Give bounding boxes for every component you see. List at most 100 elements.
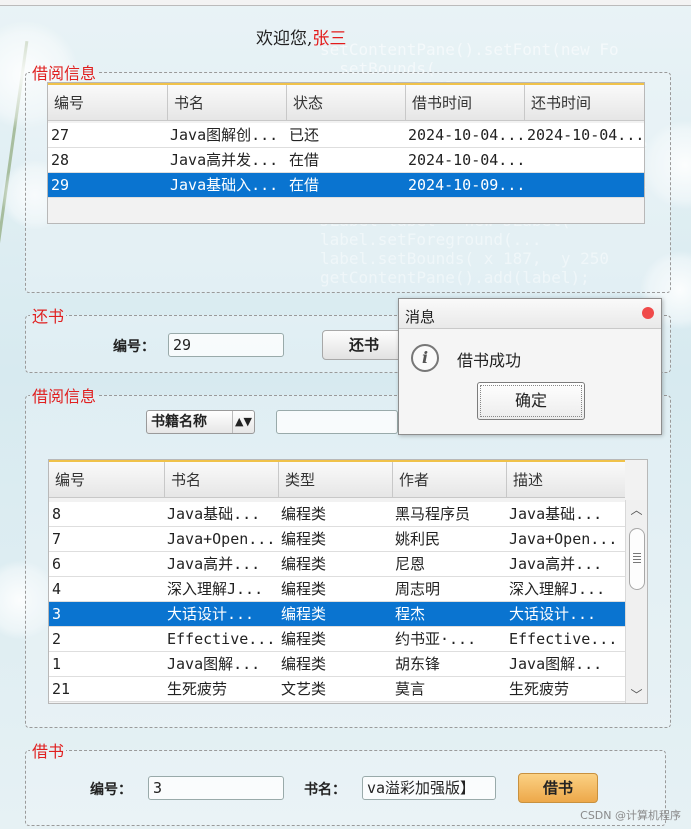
cell-author: 莫言	[395, 680, 426, 698]
cell-type: 编程类	[281, 630, 327, 648]
message-dialog: 消息 i 借书成功 确定	[398, 298, 662, 435]
table-row-selected[interactable]: 29 Java基础入... 在借 2024-10-09...	[48, 173, 644, 198]
table-row[interactable]: 1 Java图解... 编程类 胡东锋 Java图解...	[49, 652, 625, 677]
cell-desc: 生死疲劳	[509, 680, 570, 698]
close-icon[interactable]	[642, 307, 654, 319]
cell-title: Java图解...	[167, 655, 261, 673]
column-header-title[interactable]: 书名	[164, 462, 278, 498]
cell-id: 27	[51, 126, 70, 144]
welcome-message: 欢迎您,张三	[256, 24, 346, 49]
cell-title: Java高并...	[167, 555, 261, 573]
info-icon: i	[411, 344, 439, 372]
column-header-id[interactable]: 编号	[49, 462, 164, 498]
cell-title: Java图解创...	[170, 126, 279, 144]
column-header-title[interactable]: 书名	[167, 85, 286, 121]
book-name-input[interactable]: va溢彩加强版】	[362, 776, 496, 800]
filter-select-value: 书籍名称	[151, 414, 207, 430]
scroll-up-icon[interactable]: ︿	[626, 500, 647, 520]
cell-id: 3	[52, 605, 62, 623]
column-header-return-time[interactable]: 还书时间	[524, 85, 644, 121]
scroll-down-icon[interactable]: ﹀	[626, 685, 647, 703]
cell-desc: 深入理解J...	[509, 580, 606, 598]
cell-desc: Java高并...	[509, 555, 603, 573]
welcome-prefix: 欢迎您,	[256, 29, 313, 49]
table-row-selected[interactable]: 3 大话设计... 编程类 程杰 大话设计...	[49, 602, 625, 627]
title-bar	[0, 0, 691, 6]
cell-type: 文艺类	[281, 680, 327, 698]
return-book-button[interactable]: 还书	[322, 330, 406, 360]
cell-author: 胡东锋	[395, 655, 441, 673]
cell-id: 7	[52, 530, 62, 548]
cell-status: 已还	[289, 126, 320, 144]
welcome-username: 张三	[312, 29, 347, 49]
table-row[interactable]: 4 深入理解J... 编程类 周志明 深入理解J...	[49, 577, 625, 602]
cell-title: Java基础...	[167, 505, 261, 523]
table-row[interactable]: 27 Java图解创... 已还 2024-10-04... 2024-10-0…	[48, 123, 644, 148]
borrow-id-input[interactable]: 3	[148, 776, 284, 800]
cell-borrow-time: 2024-10-04...	[408, 126, 524, 144]
cell-author: 尼恩	[395, 555, 426, 573]
column-header-borrow-time[interactable]: 借书时间	[405, 85, 524, 121]
table-row[interactable]: 21 生死疲劳 文艺类 莫言 生死疲劳	[49, 677, 625, 702]
return-id-input[interactable]: 29	[168, 333, 284, 357]
cell-id: 2	[52, 630, 62, 648]
table-row[interactable]: 7 Java+Open... 编程类 姚利民 Java+Open...	[49, 527, 625, 552]
cell-title: 大话设计...	[167, 605, 255, 623]
cell-borrow-time: 2024-10-09...	[408, 176, 524, 194]
cell-type: 编程类	[281, 555, 327, 573]
cell-id: 6	[52, 555, 62, 573]
cell-author: 程杰	[395, 605, 426, 623]
cell-author: 黑马程序员	[395, 505, 471, 523]
ok-button[interactable]: 确定	[477, 382, 585, 420]
table-row[interactable]: 2 Effective... 编程类 约书亚·... Effective...	[49, 627, 625, 652]
borrow-info-table[interactable]: 编号 书名 状态 借书时间 还书时间 27 Java图解创... 已还 2024…	[47, 82, 645, 224]
chevron-updown-icon: ▲▼	[232, 411, 254, 433]
cell-return-time	[524, 148, 644, 173]
borrow-book-button[interactable]: 借书	[518, 773, 598, 803]
cell-id: 29	[51, 176, 70, 194]
book-table-header: 编号 书名 类型 作者 描述	[49, 460, 625, 498]
column-header-type[interactable]: 类型	[278, 462, 392, 498]
cell-author: 姚利民	[395, 530, 441, 548]
search-input[interactable]	[276, 410, 398, 434]
borrow-info-legend: 借阅信息	[32, 64, 97, 83]
cell-title: Effective...	[167, 630, 276, 648]
book-info-legend: 借阅信息	[32, 387, 97, 406]
book-info-table[interactable]: 编号 书名 类型 作者 描述 8 Java基础... 编程类 黑马程序员 Jav…	[48, 459, 648, 704]
dialog-message: 借书成功	[457, 351, 522, 370]
column-header-id[interactable]: 编号	[48, 85, 167, 121]
column-header-desc[interactable]: 描述	[506, 462, 627, 498]
cell-return-time: 2024-10-04...	[527, 126, 645, 144]
cell-desc: Java图解...	[509, 655, 603, 673]
cell-borrow-time: 2024-10-04...	[408, 151, 524, 169]
cell-title: Java高并发...	[170, 151, 279, 169]
return-book-legend: 还书	[32, 307, 65, 326]
cell-id: 4	[52, 580, 62, 598]
table-row[interactable]: 6 Java高并... 编程类 尼恩 Java高并...	[49, 552, 625, 577]
csdn-watermark: CSDN @计算机程序	[580, 809, 681, 822]
column-header-author[interactable]: 作者	[392, 462, 506, 498]
cell-author: 约书亚·...	[395, 630, 477, 648]
cell-return-time	[524, 173, 644, 198]
cell-id: 1	[52, 655, 62, 673]
dialog-title: 消息	[405, 308, 436, 326]
borrow-id-label: 编号：	[90, 782, 132, 798]
scroll-thumb[interactable]	[629, 528, 645, 590]
vertical-scrollbar[interactable]: ︿ ﹀	[625, 500, 647, 703]
cell-title: 生死疲劳	[167, 680, 228, 698]
column-header-status[interactable]: 状态	[286, 85, 405, 121]
cell-desc: Java+Open...	[509, 530, 618, 548]
cell-author: 周志明	[395, 580, 441, 598]
cell-type: 编程类	[281, 605, 327, 623]
cell-title: 深入理解J...	[167, 580, 264, 598]
filter-select[interactable]: 书籍名称 ▲▼	[146, 410, 255, 434]
table-row[interactable]: 28 Java高并发... 在借 2024-10-04...	[48, 148, 644, 173]
table-row[interactable]: 8 Java基础... 编程类 黑马程序员 Java基础...	[49, 502, 625, 527]
cell-type: 编程类	[281, 530, 327, 548]
cell-type: 编程类	[281, 505, 327, 523]
cell-title: Java基础入...	[170, 176, 279, 194]
user-window: setContentPane().setFont(new Fo setBound…	[0, 0, 691, 829]
cell-id: 8	[52, 505, 62, 523]
book-name-label: 书名：	[304, 782, 346, 798]
dialog-title-bar: 消息	[399, 299, 661, 329]
